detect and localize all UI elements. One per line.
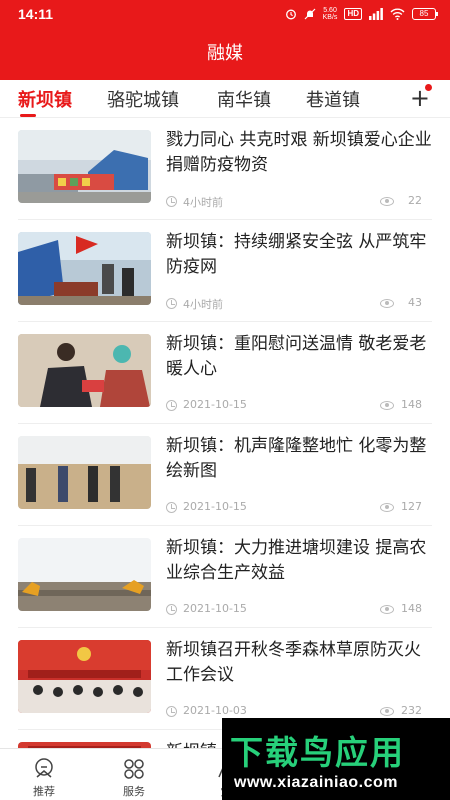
clock-icon: [166, 298, 177, 309]
article-time: 2021-10-15: [183, 500, 247, 513]
article-thumbnail: [18, 436, 151, 509]
article-thumbnail: [18, 538, 151, 611]
article-meta: 2021-10-15 148: [166, 398, 422, 414]
article-title[interactable]: 新坝镇：持续绷紧安全弦 从严筑牢防疫网: [166, 230, 434, 280]
article-time: 2021-10-15: [183, 602, 247, 615]
article-thumbnail: [18, 232, 151, 305]
nav-services[interactable]: 服务: [104, 757, 164, 799]
article-title[interactable]: 戮力同心 共克时艰 新坝镇爱心企业捐赠防疫物资: [166, 128, 434, 178]
services-grid-icon: [124, 759, 144, 779]
view-count: 43: [408, 296, 422, 309]
article-meta: 4小时前 43: [166, 296, 422, 312]
eye-icon: [380, 503, 394, 512]
signal-icon: [369, 8, 383, 20]
hd-badge: HD: [344, 8, 362, 20]
list-item[interactable]: 新坝镇：持续绷紧安全弦 从严筑牢防疫网 4小时前 43: [0, 220, 450, 322]
tab-luotuocheng[interactable]: 骆驼城镇: [107, 86, 179, 112]
app-header: 融媒: [0, 30, 450, 80]
list-item[interactable]: 戮力同心 共克时艰 新坝镇爱心企业捐赠防疫物资 4小时前 22: [0, 118, 450, 220]
article-thumbnail: [18, 334, 151, 407]
watermark-url: www.xiazainiao.com: [234, 774, 399, 791]
view-count: 22: [408, 194, 422, 207]
list-item[interactable]: 新坝镇召开秋冬季森林草原防灭火工作会议 2021-10-03 232: [0, 628, 450, 730]
view-count: 148: [401, 602, 422, 615]
eye-icon: [380, 299, 394, 308]
notification-dot: [425, 84, 432, 91]
article-title[interactable]: 新坝镇：机声隆隆整地忙 化零为整绘新图: [166, 434, 434, 484]
recommend-icon: [35, 758, 53, 778]
status-icons: 5.60 KB/s HD 85: [285, 7, 438, 21]
nav-recommend[interactable]: 推荐: [14, 757, 74, 799]
tab-xiangdao[interactable]: 巷道镇: [306, 86, 360, 112]
page-title: 融媒: [207, 43, 243, 64]
eye-icon: [380, 197, 394, 206]
active-tab-indicator: [20, 114, 36, 117]
article-thumbnail: [18, 130, 151, 203]
article-title[interactable]: 新坝镇：大力推进塘坝建设 提高农业综合生产效益: [166, 536, 434, 586]
nav-services-label: 服务: [123, 785, 145, 798]
view-count: 127: [401, 500, 422, 513]
eye-icon: [380, 707, 394, 716]
mute-icon: [304, 8, 316, 20]
net-speed: 5.60 KB/s: [322, 7, 338, 21]
status-bar: 14:11 5.60 KB/s HD 85: [0, 0, 450, 30]
watermark-title: 下载鸟应用: [230, 733, 405, 772]
watermark-logo: 下载鸟应用 www.xiazainiao.com: [222, 718, 450, 800]
wifi-icon: [390, 8, 405, 20]
article-time: 4小时前: [183, 196, 223, 209]
eye-icon: [380, 605, 394, 614]
battery-indicator: 85: [412, 8, 438, 20]
alarm-icon: [285, 9, 296, 20]
channel-tabs: 新坝镇 骆驼城镇 南华镇 巷道镇 +: [0, 80, 450, 118]
article-time: 2021-10-03: [183, 704, 247, 717]
tab-nanhua[interactable]: 南华镇: [217, 86, 271, 112]
article-meta: 4小时前 22: [166, 194, 422, 210]
article-time: 2021-10-15: [183, 398, 247, 411]
clock-icon: [166, 196, 177, 207]
article-meta: 2021-10-15 148: [166, 602, 422, 618]
clock-icon: [166, 502, 177, 513]
article-thumbnail: [18, 640, 151, 713]
clock-icon: [166, 400, 177, 411]
eye-icon: [380, 401, 394, 410]
news-list: 戮力同心 共克时艰 新坝镇爱心企业捐赠防疫物资 4小时前 22 新坝镇：持续绷紧…: [0, 118, 450, 748]
article-time: 4小时前: [183, 298, 223, 311]
view-count: 148: [401, 398, 422, 411]
nav-recommend-label: 推荐: [33, 785, 55, 798]
list-item[interactable]: 新坝镇：重阳慰问送温情 敬老爱老暖人心 2021-10-15 148: [0, 322, 450, 424]
article-title[interactable]: 新坝镇召开秋冬季森林草原防灭火工作会议: [166, 638, 434, 688]
clock-icon: [166, 604, 177, 615]
list-item[interactable]: 新坝镇：大力推进塘坝建设 提高农业综合生产效益 2021-10-15 148: [0, 526, 450, 628]
list-item[interactable]: 新坝镇：机声隆隆整地忙 化零为整绘新图 2021-10-15 127: [0, 424, 450, 526]
clock-icon: [166, 706, 177, 717]
tab-xinba[interactable]: 新坝镇: [18, 86, 72, 112]
article-meta: 2021-10-15 127: [166, 500, 422, 516]
status-time: 14:11: [18, 6, 54, 22]
view-count: 232: [401, 704, 422, 717]
article-title[interactable]: 新坝镇：重阳慰问送温情 敬老爱老暖人心: [166, 332, 434, 382]
